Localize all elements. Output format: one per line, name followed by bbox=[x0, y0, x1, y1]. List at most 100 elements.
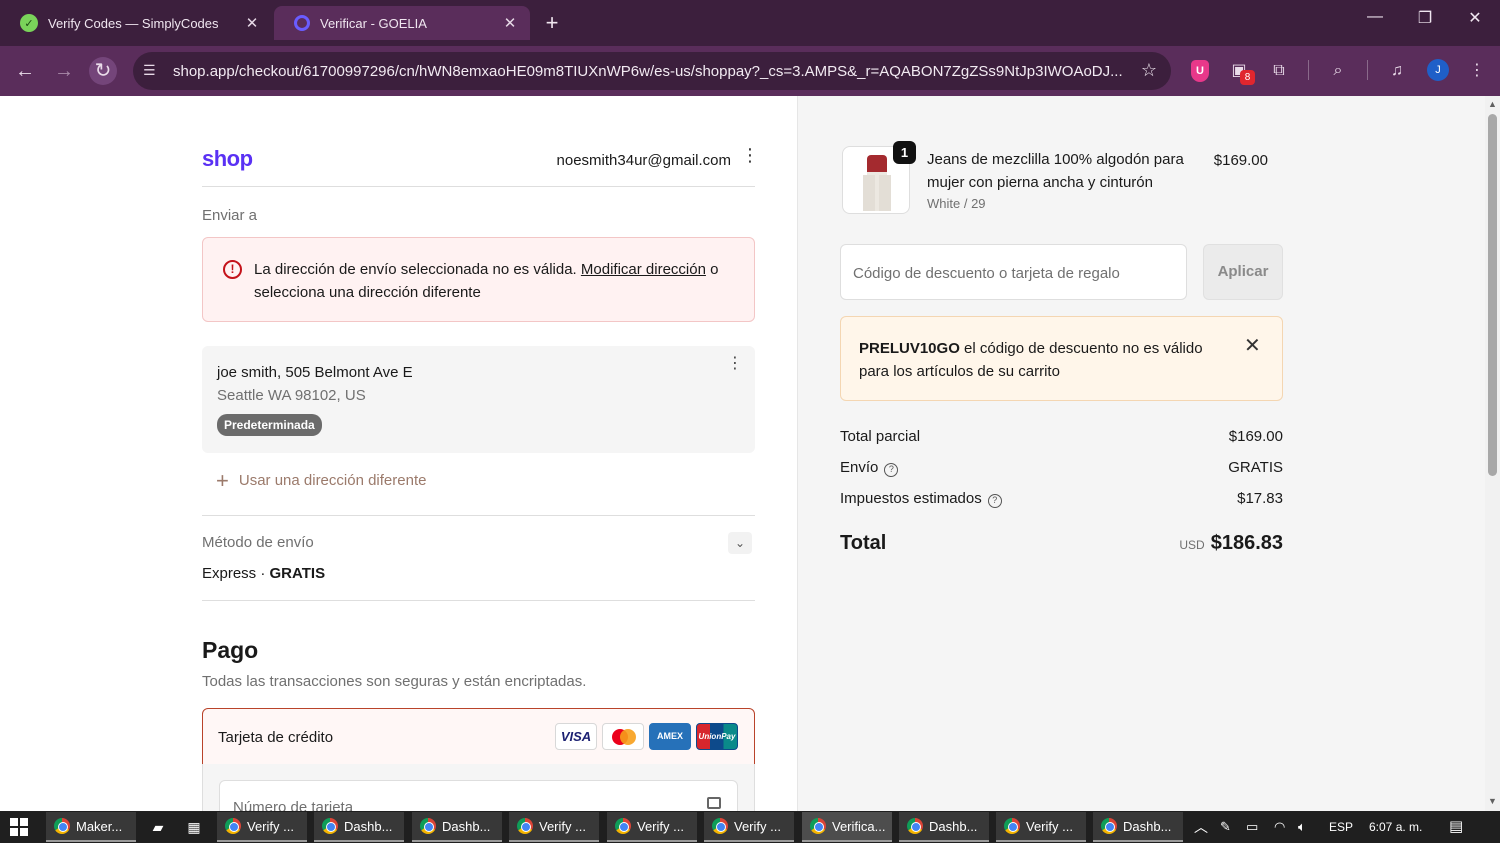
tab-simplycodes[interactable]: ✓ Verify Codes — SimplyCodes ✕ bbox=[0, 6, 272, 40]
taskbar-app[interactable]: Verify ... bbox=[996, 812, 1086, 842]
selected-address-card[interactable]: joe smith, 505 Belmont Ave E Seattle WA … bbox=[202, 346, 755, 453]
page-scrollbar[interactable]: ▲ ▼ bbox=[1485, 96, 1500, 811]
taskbar-app[interactable]: Dashb... bbox=[412, 812, 502, 842]
browser-toolbar: ← → ↻ ☰ shop.app/checkout/61700997296/cn… bbox=[0, 46, 1500, 96]
shipping-method-label: Método de envío bbox=[202, 534, 314, 551]
taskbar-app[interactable]: Maker... bbox=[46, 812, 136, 842]
total-value: $186.83 bbox=[1210, 532, 1283, 554]
taskbar-app[interactable]: Dashb... bbox=[899, 812, 989, 842]
chevron-down-icon[interactable]: ⌄ bbox=[728, 532, 752, 554]
taskbar-app[interactable]: Verify ... bbox=[607, 812, 697, 842]
profile-avatar[interactable]: J bbox=[1427, 59, 1449, 81]
close-icon[interactable]: ✕ bbox=[1244, 333, 1261, 358]
discount-code-input[interactable]: Código de descuento o tarjeta de regalo bbox=[840, 244, 1187, 300]
close-window-icon[interactable]: ✕ bbox=[1460, 8, 1490, 28]
alert-text: La dirección de envío seleccionada no es… bbox=[254, 261, 581, 278]
back-icon[interactable]: ← bbox=[11, 57, 39, 85]
shipping-row: Envío? GRATIS bbox=[840, 459, 1283, 477]
chrome-icon bbox=[810, 818, 826, 834]
tab-strip: ✓ Verify Codes — SimplyCodes ✕ Verificar… bbox=[0, 0, 1500, 46]
toolbar-divider bbox=[1308, 60, 1309, 80]
scroll-down-icon[interactable]: ▼ bbox=[1488, 796, 1497, 806]
notifications-icon[interactable]: ▤ bbox=[1449, 811, 1463, 843]
product-variant: White / 29 bbox=[927, 196, 986, 211]
taskbar-app[interactable]: Verify ... bbox=[217, 812, 307, 842]
scrollbar-thumb[interactable] bbox=[1488, 114, 1497, 476]
address-bar[interactable]: ☰ shop.app/checkout/61700997296/cn/hWN8e… bbox=[133, 52, 1171, 90]
site-info-icon[interactable]: ☰ bbox=[143, 62, 156, 79]
chrome-icon bbox=[420, 818, 436, 834]
media-control-icon[interactable]: ♫ bbox=[1384, 58, 1410, 84]
modify-address-link[interactable]: Modificar dirección bbox=[581, 261, 706, 278]
chrome-icon bbox=[1101, 818, 1117, 834]
card-number-field[interactable]: Número de tarjeta bbox=[219, 780, 738, 811]
goelia-favicon-icon bbox=[294, 15, 310, 31]
checkout-main-column: shop noesmith34ur@gmail.com ⋮ Enviar a !… bbox=[0, 96, 797, 811]
account-menu-icon[interactable]: ⋮ bbox=[741, 146, 759, 164]
close-tab-icon[interactable]: ✕ bbox=[242, 14, 262, 32]
minimize-icon[interactable]: — bbox=[1360, 8, 1390, 26]
divider bbox=[202, 186, 755, 187]
use-different-address-label: Usar una dirección diferente bbox=[238, 472, 427, 489]
ublock-shield-icon[interactable]: U bbox=[1191, 60, 1209, 82]
amex-logo-icon: AMEX bbox=[649, 723, 691, 750]
error-icon: ! bbox=[223, 260, 242, 279]
subtotal-label: Total parcial bbox=[840, 428, 921, 445]
taskbar-app-label: Verify ... bbox=[1026, 818, 1073, 834]
discount-placeholder: Código de descuento o tarjeta de regalo bbox=[853, 265, 1120, 282]
address-options-icon[interactable]: ⋮ bbox=[727, 356, 743, 372]
apply-discount-button[interactable]: Aplicar bbox=[1203, 244, 1283, 300]
address-error-message: La dirección de envío seleccionada no es… bbox=[254, 258, 734, 304]
taskbar-app[interactable]: Verify ... bbox=[704, 812, 794, 842]
show-hidden-icons-icon[interactable]: ︿ bbox=[1194, 811, 1208, 843]
chrome-icon bbox=[322, 818, 338, 834]
volume-icon[interactable]: 🔈︎ bbox=[1298, 811, 1306, 843]
taskbar-app[interactable]: Dashb... bbox=[314, 812, 404, 842]
send-to-label: Enviar a bbox=[202, 207, 258, 224]
chrome-icon bbox=[615, 818, 631, 834]
extension-badge: 8 bbox=[1240, 70, 1255, 85]
chrome-icon bbox=[517, 818, 533, 834]
chrome-icon bbox=[1004, 818, 1020, 834]
close-tab-icon[interactable]: ✕ bbox=[500, 14, 520, 32]
credit-card-option[interactable]: Tarjeta de crédito VISA AMEX UnionPay bbox=[202, 708, 755, 765]
new-tab-button[interactable]: + bbox=[540, 10, 564, 36]
tab-goelia-active[interactable]: Verificar - GOELIA ✕ bbox=[274, 6, 530, 40]
simplycodes-favicon-icon: ✓ bbox=[20, 14, 38, 32]
language-indicator[interactable]: ESP bbox=[1329, 811, 1353, 843]
taskbar-app-label: Dashb... bbox=[344, 818, 393, 834]
scroll-up-icon[interactable]: ▲ bbox=[1488, 99, 1497, 109]
taskbar-app-label: Verify ... bbox=[637, 818, 684, 834]
lock-icon bbox=[707, 797, 721, 809]
wifi-icon[interactable]: ◠ bbox=[1274, 811, 1285, 843]
windows-start-icon[interactable] bbox=[10, 818, 28, 836]
help-icon[interactable]: ? bbox=[884, 463, 899, 477]
divider bbox=[202, 600, 755, 601]
extensions-puzzle-icon[interactable]: ⧉ bbox=[1266, 58, 1292, 84]
card-number-placeholder: Número de tarjeta bbox=[233, 799, 354, 811]
payment-subtitle: Todas las transacciones son seguras y es… bbox=[202, 673, 587, 690]
file-explorer-icon[interactable]: ▰ bbox=[148, 817, 168, 837]
taskbar-app[interactable]: Verify ... bbox=[509, 812, 599, 842]
pen-icon[interactable]: ✎ bbox=[1220, 811, 1231, 843]
taskbar-app[interactable]: Dashb... bbox=[1093, 812, 1183, 842]
address-error-alert: ! La dirección de envío seleccionada no … bbox=[202, 237, 755, 322]
discount-error-message: PRELUV10GO el código de descuento no es … bbox=[859, 337, 1229, 383]
tab-search-icon[interactable]: ⌕ bbox=[1325, 58, 1351, 84]
clock[interactable]: 6:07 a. m. bbox=[1369, 811, 1422, 843]
reload-icon[interactable]: ↻ bbox=[89, 57, 117, 85]
taskbar-app-active[interactable]: Verifica... bbox=[802, 812, 892, 842]
battery-icon[interactable]: ▭ bbox=[1246, 811, 1258, 843]
use-different-address-button[interactable]: + Usar una dirección diferente bbox=[216, 468, 426, 494]
bookmark-star-icon[interactable]: ☆ bbox=[1141, 60, 1157, 81]
browser-menu-icon[interactable]: ⋮ bbox=[1464, 58, 1490, 84]
calculator-icon[interactable]: ▦ bbox=[184, 817, 204, 837]
forward-icon[interactable]: → bbox=[50, 57, 78, 85]
mastercard-logo-icon bbox=[602, 723, 644, 750]
total-value-group: USD $186.83 bbox=[1179, 532, 1283, 555]
shipping-method-name: Express · bbox=[202, 565, 270, 582]
help-icon[interactable]: ? bbox=[987, 494, 1002, 508]
chrome-icon bbox=[712, 818, 728, 834]
shop-logo[interactable]: shop bbox=[202, 146, 253, 172]
restore-icon[interactable]: ❐ bbox=[1410, 8, 1440, 28]
